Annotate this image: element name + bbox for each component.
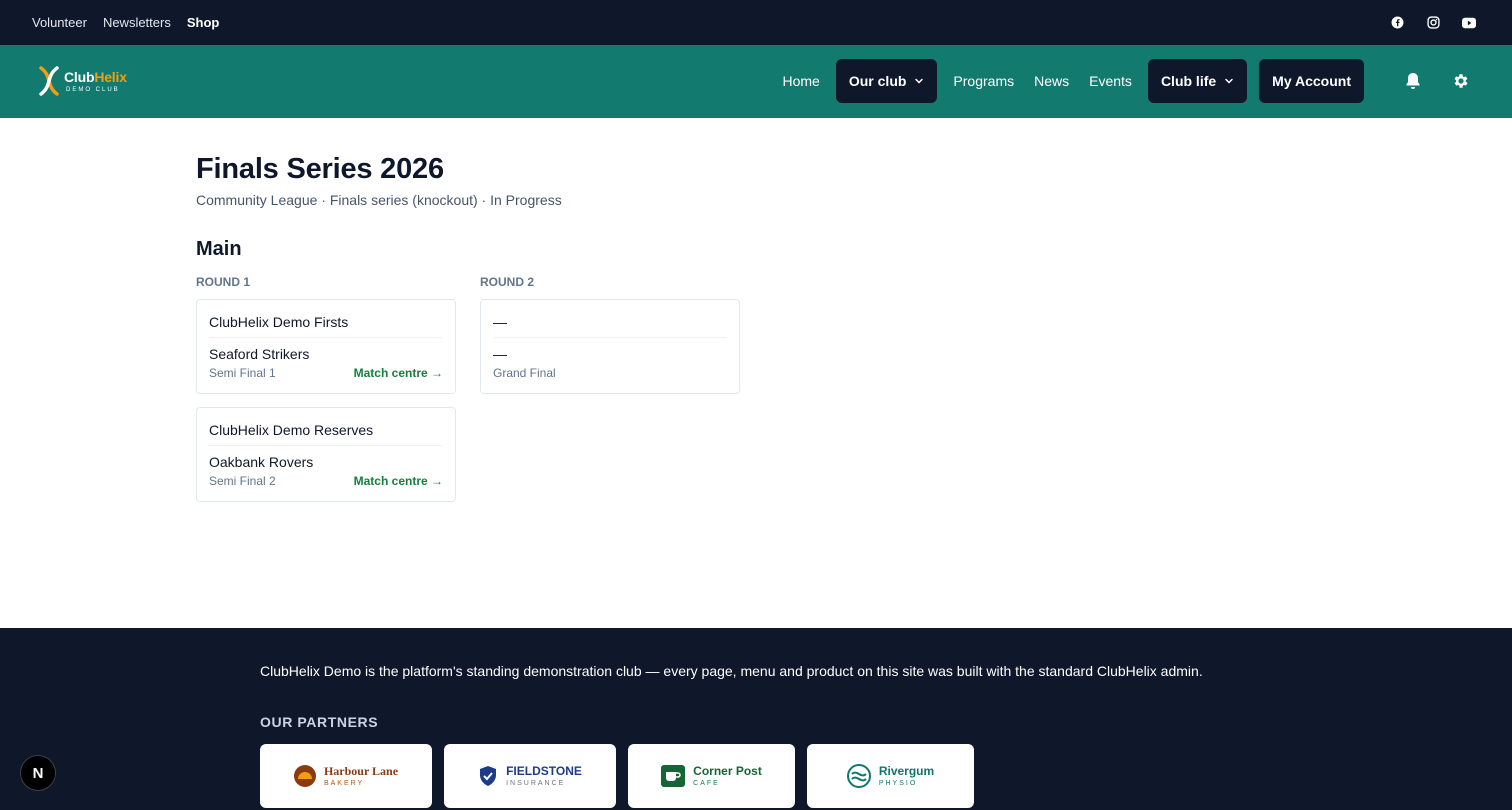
logo-name-accent: Helix <box>94 68 127 85</box>
sun-icon <box>293 765 316 787</box>
site-footer: ClubHelix Demo is the platform's standin… <box>0 628 1512 810</box>
team-name: — <box>493 346 507 362</box>
footer-about: ClubHelix Demo is the platform's standin… <box>260 663 1203 679</box>
nav-menu: Home Our club Programs News Events Club … <box>773 59 1364 103</box>
match-stage: Semi Final 2 <box>209 474 276 488</box>
team-name: ClubHelix Demo Reserves <box>209 418 443 446</box>
page-meta: Community League · Finals series (knocko… <box>196 192 562 208</box>
youtube-icon[interactable] <box>1462 16 1476 30</box>
partner-name: Corner Post <box>693 764 762 778</box>
partner-name: Harbour Lane <box>323 764 399 778</box>
nav-our-club[interactable]: Our club <box>835 59 938 103</box>
main-nav: ClubHelix DEMO CLUB Home Our club Progra… <box>0 45 1512 118</box>
round-label: ROUND 2 <box>480 275 535 289</box>
match-centre-link[interactable]: Match centre → <box>354 366 443 380</box>
nav-icons <box>1404 59 1470 103</box>
team-name: ClubHelix Demo Firsts <box>209 310 443 338</box>
partner-subtitle: INSURANCE <box>506 780 566 787</box>
bell-icon[interactable] <box>1404 72 1422 90</box>
partner-harbour-lane[interactable]: Harbour Lane BAKERY <box>260 744 432 808</box>
match-card: ClubHelix Demo Firsts Seaford Strikers S… <box>196 299 456 394</box>
logo-subtitle: DEMO CLUB <box>66 86 120 93</box>
page-title: Finals Series 2026 <box>196 153 444 185</box>
knockout-bracket: ROUND 1 ClubHelix Demo Firsts Seaford St… <box>196 275 740 515</box>
helix-logo-icon <box>39 66 59 96</box>
team-name: — <box>493 310 727 338</box>
dev-tools-badge[interactable]: N <box>20 755 56 791</box>
shop-link[interactable]: Shop <box>187 15 220 30</box>
match-card: — — Grand Final <box>480 299 740 394</box>
partner-name: Rivergum <box>878 764 935 778</box>
match-stage: Semi Final 1 <box>209 366 276 380</box>
partner-list: Harbour Lane BAKERY FIELDSTONE INSURANCE… <box>260 744 974 808</box>
club-logo[interactable]: ClubHelix DEMO CLUB <box>38 66 127 96</box>
shield-icon <box>480 766 497 786</box>
page-header: Finals Series 2026 Community League · Fi… <box>196 150 796 262</box>
newsletters-link[interactable]: Newsletters <box>103 15 171 30</box>
instagram-icon[interactable] <box>1426 16 1440 30</box>
chevron-down-icon <box>1225 78 1233 84</box>
nav-news[interactable]: News <box>1024 59 1079 103</box>
nav-programs[interactable]: Programs <box>943 59 1024 103</box>
match-stage: Grand Final <box>493 366 556 380</box>
utility-bar: Volunteer Newsletters Shop <box>0 0 1512 45</box>
round-1: ROUND 1 ClubHelix Demo Firsts Seaford St… <box>196 275 456 515</box>
partner-fieldstone[interactable]: FIELDSTONE INSURANCE <box>444 744 616 808</box>
chevron-down-icon <box>915 78 924 84</box>
partner-rivergum[interactable]: Rivergum PHYSIO <box>807 744 974 808</box>
social-links <box>1390 0 1476 45</box>
match-card: ClubHelix Demo Reserves Oakbank Rovers S… <box>196 407 456 502</box>
partner-subtitle: PHYSIO <box>878 780 918 787</box>
nav-home[interactable]: Home <box>773 59 830 103</box>
utility-links: Volunteer Newsletters Shop <box>32 0 219 45</box>
wave-icon <box>846 764 871 788</box>
match-centre-link[interactable]: Match centre → <box>354 474 443 488</box>
volunteer-link[interactable]: Volunteer <box>32 15 87 30</box>
partners-title: OUR PARTNERS <box>260 714 379 730</box>
facebook-icon[interactable] <box>1390 16 1404 30</box>
round-label: ROUND 1 <box>196 275 251 289</box>
nav-club-life[interactable]: Club life <box>1147 59 1248 103</box>
partner-subtitle: BAKERY <box>323 780 365 787</box>
round-2: ROUND 2 — — Grand Final <box>480 275 740 515</box>
section-title: Main <box>196 238 242 260</box>
gear-icon[interactable] <box>1452 72 1470 90</box>
partner-subtitle: CAFE <box>693 780 720 787</box>
team-name: Oakbank Rovers <box>209 454 314 470</box>
cup-icon <box>661 765 686 787</box>
my-account-button[interactable]: My Account <box>1259 59 1364 103</box>
team-name: Seaford Strikers <box>209 346 310 362</box>
nav-events[interactable]: Events <box>1079 59 1142 103</box>
nav-club-life-label: Club life <box>1160 73 1217 89</box>
partner-corner-post[interactable]: Corner Post CAFE <box>628 744 795 808</box>
nav-our-club-label: Our club <box>848 73 907 89</box>
partner-name: FIELDSTONE <box>506 764 582 778</box>
logo-name: Club <box>64 68 95 85</box>
